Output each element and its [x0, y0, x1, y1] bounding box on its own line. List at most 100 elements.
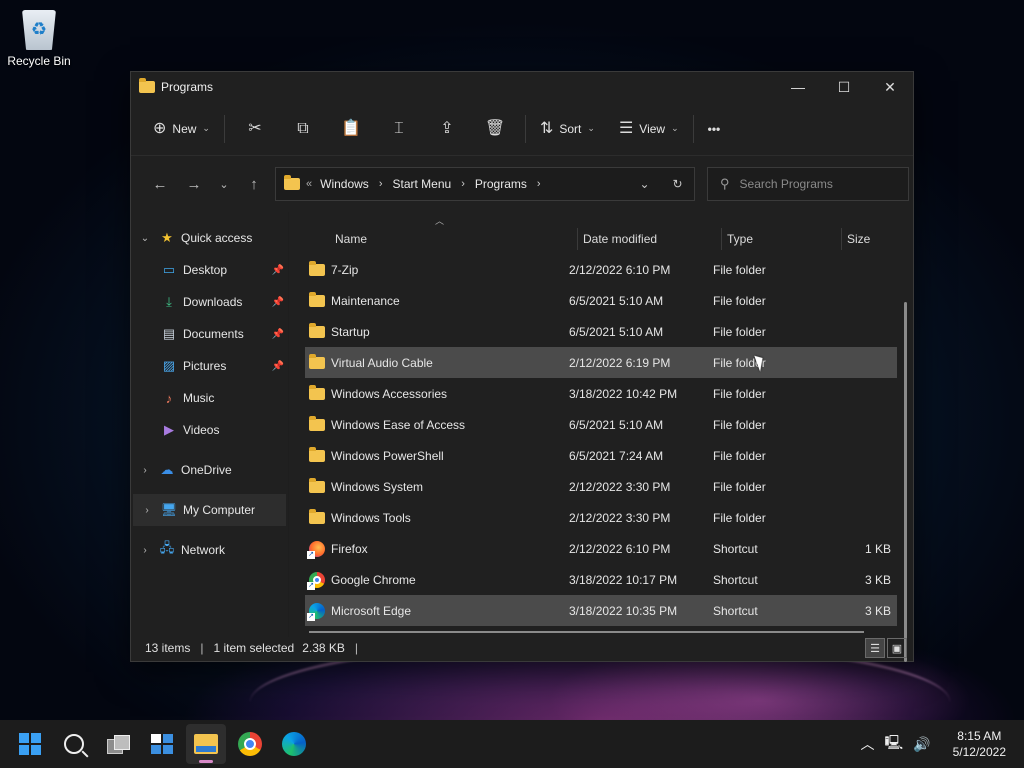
share-button[interactable]: ⇪: [423, 112, 471, 146]
nav-item-network[interactable]: › 🖧 Network: [131, 534, 288, 566]
cut-button[interactable]: ✂: [231, 112, 279, 146]
chevron-down-icon: ⌄: [202, 123, 210, 133]
column-header-type[interactable]: Type: [727, 232, 753, 246]
edge-icon: ↗: [307, 602, 325, 621]
taskbar-search-button[interactable]: [54, 724, 94, 764]
file-type: File folder: [713, 262, 766, 277]
column-header-name[interactable]: Name: [335, 232, 367, 246]
details-view-icon[interactable]: ☰: [865, 638, 885, 658]
network-icon[interactable]: 🖳: [884, 732, 903, 756]
volume-icon[interactable]: 🔊: [913, 736, 930, 753]
new-button[interactable]: ⊕ New ⌄: [145, 112, 218, 146]
clock[interactable]: 8:15 AM 5/12/2022: [953, 728, 1006, 760]
nav-item-downloads[interactable]: ⤓ Downloads 📌: [131, 286, 288, 318]
column-header-date[interactable]: Date modified: [583, 232, 657, 246]
file-row[interactable]: ↗ Firefox 2/12/2022 6:10 PM Shortcut 1 KB: [305, 533, 897, 564]
file-row[interactable]: Windows Ease of Access 6/5/2021 5:10 AM Fi…: [305, 409, 897, 440]
nav-item-videos[interactable]: ▶ Videos: [131, 414, 288, 446]
file-row[interactable]: Startup 6/5/2021 5:10 AM File folder: [305, 316, 897, 347]
shortcut-arrow-icon: ↗: [307, 581, 315, 590]
large-icons-view-icon[interactable]: ▣: [887, 638, 907, 658]
breadcrumb-start-menu[interactable]: Start Menu: [392, 177, 451, 191]
plus-circle-icon: ⊕: [153, 119, 167, 137]
file-name-cell: ↗ Microsoft Edge: [307, 602, 411, 621]
chevron-down-icon[interactable]: ⌄: [131, 233, 159, 244]
breadcrumb-programs[interactable]: Programs: [475, 177, 527, 191]
close-button[interactable]: ✕: [867, 72, 913, 102]
delete-button[interactable]: 🗑: [471, 112, 519, 146]
column-headers: ︿ Name Date modified Type Size: [305, 212, 913, 254]
file-row[interactable]: Windows System 2/12/2022 3:30 PM File fold…: [305, 471, 897, 502]
view-button[interactable]: ☰ View ⌄: [611, 112, 687, 146]
up-button[interactable]: ↑: [237, 169, 271, 199]
file-type: File folder: [713, 448, 766, 463]
window-title: Programs: [161, 80, 214, 94]
chevron-right-icon[interactable]: ›: [131, 465, 159, 476]
horizontal-scrollbar[interactable]: [309, 631, 864, 633]
search-input[interactable]: [739, 177, 890, 191]
address-history-button[interactable]: ⌄: [628, 168, 661, 200]
file-row[interactable]: ↗ Microsoft Edge 3/18/2022 10:35 PM Shortcu…: [305, 595, 897, 626]
start-button[interactable]: [10, 724, 50, 764]
title-bar[interactable]: Programs — ☐ ✕: [131, 72, 913, 102]
recent-locations-button[interactable]: ⌄: [211, 169, 237, 199]
nav-item-pictures[interactable]: ▨ Pictures 📌: [131, 350, 288, 382]
breadcrumb-chevron-icon[interactable]: ›: [537, 178, 541, 190]
edge-taskbar-button[interactable]: [274, 724, 314, 764]
breadcrumb-chevron-icon[interactable]: ›: [379, 178, 383, 190]
column-divider[interactable]: [721, 228, 722, 250]
minimize-button[interactable]: —: [775, 72, 821, 102]
chevron-right-icon[interactable]: ›: [131, 545, 159, 556]
file-row[interactable]: ↗ Google Chrome 3/18/2022 10:17 PM Shortcut…: [305, 564, 897, 595]
maximize-button[interactable]: ☐: [821, 72, 867, 102]
folder-icon: [139, 78, 155, 93]
shortcut-arrow-icon: ↗: [307, 612, 315, 621]
forward-button[interactable]: →: [177, 169, 211, 199]
back-button[interactable]: ←: [143, 169, 177, 199]
sort-button[interactable]: ⇅ Sort ⌄: [532, 112, 603, 146]
paste-button[interactable]: 📋: [327, 112, 375, 146]
widgets-button[interactable]: [142, 724, 182, 764]
chrome-taskbar-button[interactable]: [230, 724, 270, 764]
file-row[interactable]: Windows Accessories 3/18/2022 10:42 PM Fil…: [305, 378, 897, 409]
column-header-size[interactable]: Size: [847, 232, 870, 246]
firefox-icon: ↗: [307, 540, 325, 559]
rename-button[interactable]: ⌶: [375, 112, 423, 146]
breadcrumb-chevron-icon[interactable]: ›: [461, 178, 465, 190]
file-name: Windows Ease of Access: [331, 417, 466, 432]
task-view-button[interactable]: [98, 724, 138, 764]
desktop-icon-recycle-bin[interactable]: Recycle Bin: [4, 8, 74, 68]
column-divider[interactable]: [577, 228, 578, 250]
address-bar[interactable]: « Windows › Start Menu › Programs › ⌄ ↻: [275, 167, 695, 201]
folder-icon: [309, 415, 325, 431]
nav-item-my-computer[interactable]: › 🖥 My Computer: [133, 494, 286, 526]
nav-item-music[interactable]: ♪ Music: [131, 382, 288, 414]
column-divider[interactable]: [841, 228, 842, 250]
file-explorer-taskbar-button[interactable]: [186, 724, 226, 764]
file-row[interactable]: 7-Zip 2/12/2022 6:10 PM File folder: [305, 254, 897, 285]
file-name: 7-Zip: [331, 262, 359, 277]
system-tray: ︿ 🖳 🔊 8:15 AM 5/12/2022: [860, 728, 1006, 760]
file-type: File folder: [713, 479, 766, 494]
nav-item-desktop[interactable]: ▭ Desktop 📌: [131, 254, 288, 286]
file-row[interactable]: Windows Tools 2/12/2022 3:30 PM File folde…: [305, 502, 897, 533]
file-date: 3/18/2022 10:17 PM: [569, 572, 678, 587]
file-date: 6/5/2021 7:24 AM: [569, 448, 664, 463]
breadcrumb-overflow[interactable]: «: [306, 178, 312, 190]
vertical-scrollbar[interactable]: [904, 302, 907, 662]
task-view-icon: [107, 735, 130, 754]
chevron-up-icon[interactable]: ︿: [860, 734, 874, 754]
file-row[interactable]: Virtual Audio Cable 2/12/2022 6:19 PM File…: [305, 347, 897, 378]
copy-button[interactable]: ⧉: [279, 112, 327, 146]
nav-item-onedrive[interactable]: › ☁ OneDrive: [131, 454, 288, 486]
file-row[interactable]: Windows PowerShell 6/5/2021 7:24 AM File f…: [305, 440, 897, 471]
file-row[interactable]: Maintenance 6/5/2021 5:10 AM File folder: [305, 285, 897, 316]
search-icon: ⚲: [720, 176, 730, 191]
nav-item-documents[interactable]: ▤ Documents 📌: [131, 318, 288, 350]
refresh-button[interactable]: ↻: [661, 168, 694, 200]
more-options-button[interactable]: •••: [700, 112, 729, 146]
chevron-right-icon[interactable]: ›: [133, 505, 161, 516]
nav-quick-access[interactable]: ⌄ ★ Quick access: [131, 222, 288, 254]
breadcrumb-windows[interactable]: Windows: [320, 177, 369, 191]
search-box[interactable]: ⚲: [707, 167, 909, 201]
